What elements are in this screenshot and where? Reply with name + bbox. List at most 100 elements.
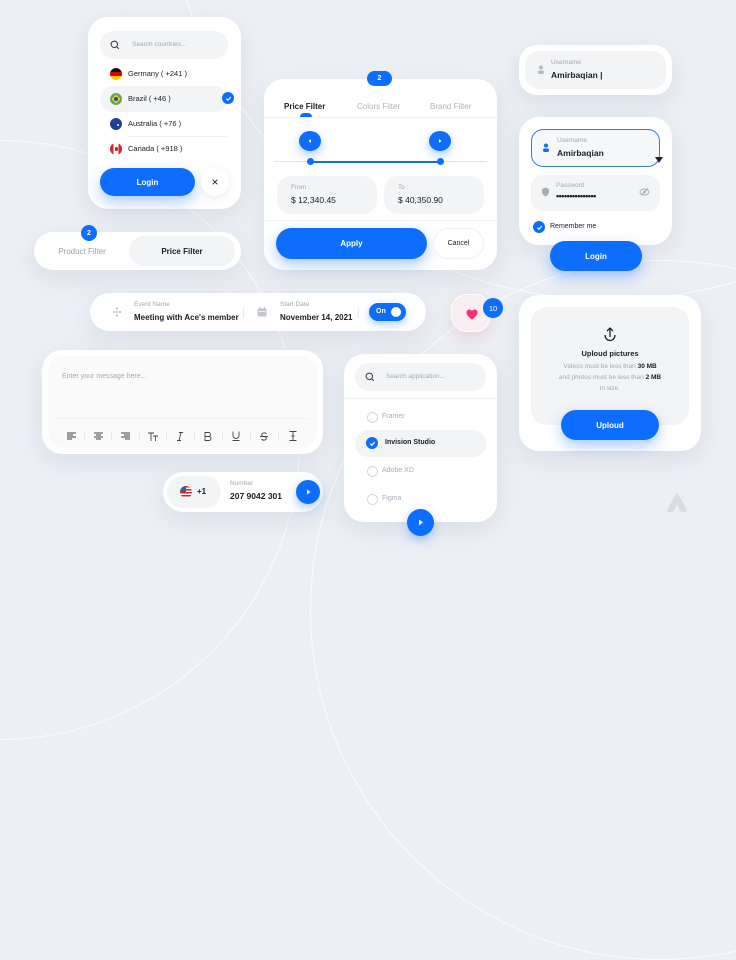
- user-icon: [538, 65, 544, 74]
- apply-button[interactable]: Apply: [276, 228, 427, 259]
- username-input[interactable]: Username Amirbaqian: [531, 129, 660, 167]
- tab-label: Brand Filter: [430, 102, 472, 111]
- italic-button[interactable]: [173, 430, 187, 442]
- phone-number-field[interactable]: Number 207 9042 301: [230, 480, 292, 506]
- price-to-field[interactable]: To : $ 40,350.90: [384, 176, 484, 214]
- chevron-right-icon: [439, 139, 442, 143]
- drag-handle-icon[interactable]: [112, 307, 122, 317]
- event-name-label: Event Name: [134, 301, 170, 308]
- upload-button[interactable]: Uploud: [561, 410, 659, 440]
- remember-me-checkbox[interactable]: [533, 221, 545, 233]
- password-input[interactable]: Password •••••••••••••••: [531, 175, 660, 211]
- text-size-button[interactable]: [146, 430, 160, 442]
- tab-label: Product Filter: [58, 246, 106, 256]
- message-placeholder: Enter your message here...: [62, 373, 147, 380]
- underline-button[interactable]: [229, 430, 243, 442]
- upload-card: Uploud pictures Videos must be less than…: [519, 295, 701, 451]
- login-button[interactable]: Login: [550, 241, 642, 271]
- divider: [264, 220, 497, 221]
- app-search-field[interactable]: Search application...: [355, 363, 486, 391]
- align-right-button[interactable]: [118, 430, 132, 442]
- country-code-selector[interactable]: +1: [167, 476, 221, 508]
- radio-unchecked[interactable]: [367, 412, 378, 423]
- tab-colors-filter[interactable]: Colors Filter: [357, 96, 400, 114]
- toggle-knob: [391, 307, 401, 317]
- country-item-brazil[interactable]: Brazil ( +46 ): [100, 86, 228, 112]
- country-search-field[interactable]: Search countries...: [100, 31, 228, 59]
- price-range-slider[interactable]: [274, 129, 487, 169]
- country-picker-card: Search countries... Germany ( +241 ) Bra…: [88, 17, 241, 209]
- country-name: Germany ( +241 ): [128, 69, 187, 78]
- to-value: $ 40,350.90: [398, 195, 443, 205]
- radio-checked[interactable]: [366, 437, 378, 449]
- app-item-invision-studio[interactable]: Invision Studio: [355, 430, 486, 457]
- chevron-left-icon: [308, 139, 312, 143]
- tab-price-filter[interactable]: Price Filter: [284, 96, 325, 114]
- event-name-field[interactable]: Event Name Meeting with Ace's member: [134, 301, 246, 325]
- align-center-button[interactable]: [91, 430, 105, 442]
- app-picker-card: Search application... Framer Invision St…: [344, 354, 497, 522]
- app-item-framer[interactable]: Framer: [355, 406, 486, 430]
- text-cursor-button[interactable]: [286, 430, 300, 442]
- phone-number-value: 207 9042 301: [230, 491, 282, 501]
- requirement-text: and photos must be less than: [558, 374, 646, 381]
- cancel-button[interactable]: Cancel: [433, 228, 484, 259]
- upload-title: Uploud pictures: [581, 349, 639, 358]
- user-icon: [543, 143, 549, 152]
- on-off-toggle[interactable]: On: [369, 303, 406, 321]
- radio-unchecked[interactable]: [367, 494, 378, 505]
- requirement-size: 30 MB: [637, 363, 657, 370]
- close-button[interactable]: ×: [201, 168, 229, 196]
- align-center-icon: [93, 432, 103, 440]
- radio-unchecked[interactable]: [367, 466, 378, 477]
- start-date-field[interactable]: Start Date November 14, 2021: [280, 301, 370, 325]
- to-label: To :: [398, 184, 409, 191]
- align-left-button[interactable]: [64, 430, 78, 442]
- tab-price-filter[interactable]: Price Filter: [129, 236, 235, 266]
- search-icon: [365, 372, 375, 382]
- divider: [243, 308, 244, 318]
- from-label: From :: [291, 184, 310, 191]
- login-button[interactable]: Login: [100, 168, 195, 196]
- event-name-value: Meeting with Ace's member: [134, 313, 239, 322]
- strikethrough-button[interactable]: [257, 430, 271, 442]
- brand-logo-icon: [667, 492, 687, 512]
- eye-off-icon[interactable]: [639, 187, 650, 197]
- tab-label: Colors Filter: [357, 102, 401, 111]
- bold-button[interactable]: [201, 430, 215, 442]
- selected-check-icon: [222, 92, 234, 104]
- username-input[interactable]: Username Amirbaqian |: [525, 51, 666, 89]
- divider: [166, 432, 167, 440]
- tab-label: Price Filter: [284, 102, 326, 111]
- phone-submit-button[interactable]: [296, 480, 320, 504]
- divider: [56, 418, 309, 419]
- shield-icon: [542, 187, 549, 197]
- phone-number-label: Number: [230, 480, 254, 487]
- country-item-canada[interactable]: Canada ( +918 ): [100, 137, 228, 161]
- divider: [278, 432, 279, 440]
- close-icon: ×: [211, 175, 219, 189]
- country-code: +1: [197, 487, 207, 496]
- slider-high-handle[interactable]: [436, 158, 444, 165]
- mouse-cursor-icon: [655, 157, 663, 163]
- slider-low-handle[interactable]: [306, 158, 314, 165]
- start-date-value: November 14, 2021: [280, 313, 353, 322]
- filter-count-badge: 2: [81, 225, 97, 241]
- slider-high-tooltip[interactable]: [429, 131, 452, 151]
- bold-icon: [204, 431, 212, 441]
- country-item-australia[interactable]: Australia ( +76 ): [100, 112, 228, 136]
- tab-brand-filter[interactable]: Brand Filter: [430, 96, 471, 114]
- country-name: Brazil ( +46 ): [128, 94, 171, 103]
- price-from-field[interactable]: From : $ 12,340.45: [277, 176, 377, 214]
- app-picker-next-button[interactable]: [407, 509, 434, 536]
- upload-dropzone[interactable]: Uploud pictures Videos must be less than…: [531, 307, 689, 425]
- divider: [139, 432, 140, 440]
- canada-flag-icon: [110, 143, 122, 155]
- play-icon: [306, 489, 310, 495]
- align-left-icon: [66, 432, 76, 440]
- slider-low-tooltip[interactable]: [299, 131, 322, 151]
- australia-flag-icon: [110, 118, 122, 130]
- country-item-germany[interactable]: Germany ( +241 ): [100, 62, 228, 86]
- calendar-icon[interactable]: [257, 307, 267, 317]
- app-item-adobe-xd[interactable]: Adobe XD: [355, 460, 486, 484]
